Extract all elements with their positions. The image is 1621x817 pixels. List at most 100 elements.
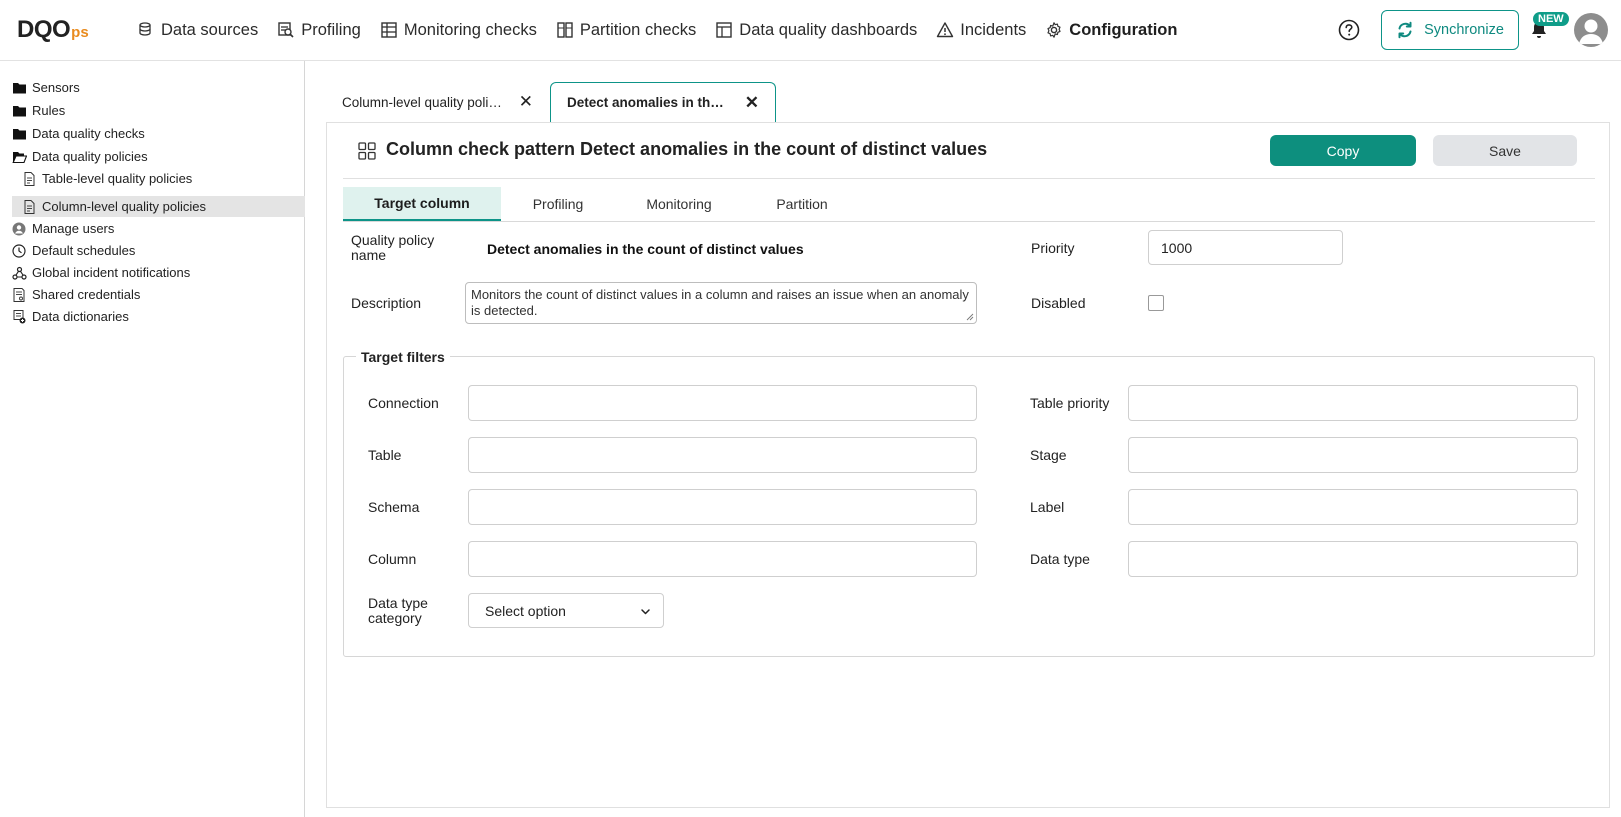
priority-input[interactable]: 1000 bbox=[1148, 230, 1343, 265]
sidebar-item-table-level-quality-policies[interactable]: Table-level quality policies bbox=[22, 168, 192, 189]
tab-partition[interactable]: Partition bbox=[743, 187, 861, 221]
description-text: Monitors the count of distinct values in… bbox=[471, 287, 969, 318]
description-label: Description bbox=[351, 295, 422, 311]
gear-icon bbox=[1045, 21, 1063, 39]
target-filters-legend: Target filters bbox=[356, 349, 450, 365]
folder-icon bbox=[12, 127, 27, 141]
clock-icon bbox=[12, 243, 27, 258]
dictionary-icon bbox=[12, 309, 27, 324]
check-type-tabs: Target column Profiling Monitoring Parti… bbox=[343, 187, 861, 221]
nav-partition-checks[interactable]: Partition checks bbox=[556, 0, 696, 60]
sidebar-item-label: Column-level quality policies bbox=[42, 199, 207, 214]
sidebar-item-label: Global incident notifications bbox=[32, 265, 191, 280]
connection-input[interactable] bbox=[468, 385, 977, 421]
policy-file-icon bbox=[22, 199, 37, 214]
data-type-category-label: Data type category bbox=[368, 595, 428, 626]
policy-file-icon bbox=[22, 171, 37, 186]
synchronize-button[interactable]: Synchronize bbox=[1381, 10, 1519, 50]
partition-icon bbox=[556, 21, 574, 39]
resize-grip-icon[interactable] bbox=[966, 313, 974, 321]
stage-label: Stage bbox=[1030, 447, 1067, 463]
nav-configuration[interactable]: Configuration bbox=[1045, 0, 1177, 60]
user-icon bbox=[12, 222, 27, 236]
sidebar-item-label: Rules bbox=[32, 103, 66, 118]
table-priority-label: Table priority bbox=[1030, 395, 1110, 411]
logo-suffix-text: ps bbox=[71, 24, 89, 41]
folder-open-icon bbox=[12, 150, 27, 164]
label-input[interactable] bbox=[1128, 489, 1578, 525]
description-textarea[interactable]: Monitors the count of distinct values in… bbox=[465, 282, 977, 324]
profiling-icon bbox=[277, 21, 295, 39]
disabled-label: Disabled bbox=[1031, 295, 1086, 311]
sidebar-item-global-incident-notifications[interactable]: Global incident notifications bbox=[12, 262, 190, 283]
folder-icon bbox=[12, 81, 27, 95]
database-icon bbox=[137, 21, 155, 39]
nav-label: Configuration bbox=[1069, 20, 1178, 39]
new-badge: NEW bbox=[1533, 12, 1569, 26]
nav-label: Incidents bbox=[960, 20, 1027, 39]
nav-monitoring-checks[interactable]: Monitoring checks bbox=[380, 0, 537, 60]
policy-name-label: Quality policy name bbox=[351, 232, 435, 263]
divider bbox=[343, 178, 1595, 179]
schema-label: Schema bbox=[368, 499, 420, 515]
select-value: Select option bbox=[485, 602, 566, 619]
nav-label: Monitoring checks bbox=[403, 20, 537, 39]
sidebar-item-label: Table-level quality policies bbox=[42, 171, 193, 186]
main-nav: Data sources Profiling Monitoring checks… bbox=[137, 0, 1196, 60]
sidebar-item-data-quality-checks[interactable]: Data quality checks bbox=[12, 123, 145, 144]
tab-profiling[interactable]: Profiling bbox=[501, 187, 615, 221]
data-type-label: Data type bbox=[1030, 551, 1090, 567]
data-type-category-select[interactable]: Select option bbox=[468, 593, 664, 628]
sync-icon bbox=[1396, 21, 1414, 39]
grid-icon bbox=[358, 142, 376, 160]
page-title: Column check pattern Detect anomalies in… bbox=[386, 139, 988, 159]
table-grid-icon bbox=[380, 21, 398, 39]
sidebar-item-label: Data quality checks bbox=[32, 126, 145, 141]
tab-label: Column-level quality policies bbox=[342, 94, 507, 110]
sidebar-item-label: Data dictionaries bbox=[32, 309, 129, 324]
close-icon[interactable]: ✕ bbox=[519, 92, 533, 112]
stage-input[interactable] bbox=[1128, 437, 1578, 473]
logo-main-text: DQO bbox=[17, 16, 71, 43]
folder-icon bbox=[12, 104, 27, 118]
user-avatar[interactable] bbox=[1574, 13, 1608, 47]
dqops-logo[interactable]: DQO ps bbox=[17, 16, 89, 44]
column-input[interactable] bbox=[468, 541, 977, 577]
tab-column-level-quality-policies[interactable]: Column-level quality policies ✕ bbox=[340, 82, 535, 122]
sidebar-item-label: Default schedules bbox=[32, 243, 136, 258]
close-icon[interactable]: ✕ bbox=[745, 93, 759, 113]
tab-target-column[interactable]: Target column bbox=[343, 187, 501, 221]
sidebar-item-label: Data quality policies bbox=[32, 149, 148, 164]
sidebar-item-label: Sensors bbox=[32, 80, 80, 95]
sidebar-item-column-level-quality-policies[interactable]: Column-level quality policies bbox=[22, 196, 206, 217]
nav-profiling[interactable]: Profiling bbox=[277, 0, 361, 60]
sidebar-item-data-quality-policies[interactable]: Data quality policies bbox=[12, 146, 148, 167]
table-input[interactable] bbox=[468, 437, 977, 473]
data-type-input[interactable] bbox=[1128, 541, 1578, 577]
nav-incidents[interactable]: Incidents bbox=[936, 0, 1026, 60]
column-label: Column bbox=[368, 551, 417, 567]
nav-data-sources[interactable]: Data sources bbox=[137, 0, 258, 60]
help-icon[interactable] bbox=[1338, 19, 1360, 41]
nav-label: Profiling bbox=[301, 20, 361, 39]
schema-input[interactable] bbox=[468, 489, 977, 525]
sidebar-item-manage-users[interactable]: Manage users bbox=[12, 218, 114, 239]
sidebar-item-default-schedules[interactable]: Default schedules bbox=[12, 240, 135, 261]
sidebar-item-rules[interactable]: Rules bbox=[12, 100, 65, 121]
policy-name-value: Detect anomalies in the count of distinc… bbox=[487, 241, 804, 257]
nav-label: Partition checks bbox=[579, 20, 697, 39]
tab-monitoring[interactable]: Monitoring bbox=[615, 187, 743, 221]
copy-button[interactable]: Copy bbox=[1270, 135, 1416, 166]
sidebar-item-shared-credentials[interactable]: Shared credentials bbox=[12, 284, 140, 305]
priority-label: Priority bbox=[1031, 240, 1075, 256]
sidebar-item-sensors[interactable]: Sensors bbox=[12, 77, 80, 98]
sidebar-item-data-dictionaries[interactable]: Data dictionaries bbox=[12, 306, 129, 327]
warning-icon bbox=[936, 21, 954, 39]
table-priority-input[interactable] bbox=[1128, 385, 1578, 421]
nav-data-quality-dashboards[interactable]: Data quality dashboards bbox=[715, 0, 917, 60]
nav-label: Data sources bbox=[161, 20, 259, 39]
tab-detect-anomalies[interactable]: Detect anomalies in the count of distinc… bbox=[550, 82, 776, 122]
tab-label: Detect anomalies in the count of distinc… bbox=[567, 95, 727, 110]
save-button[interactable]: Save bbox=[1433, 135, 1577, 166]
disabled-checkbox[interactable] bbox=[1148, 295, 1164, 311]
